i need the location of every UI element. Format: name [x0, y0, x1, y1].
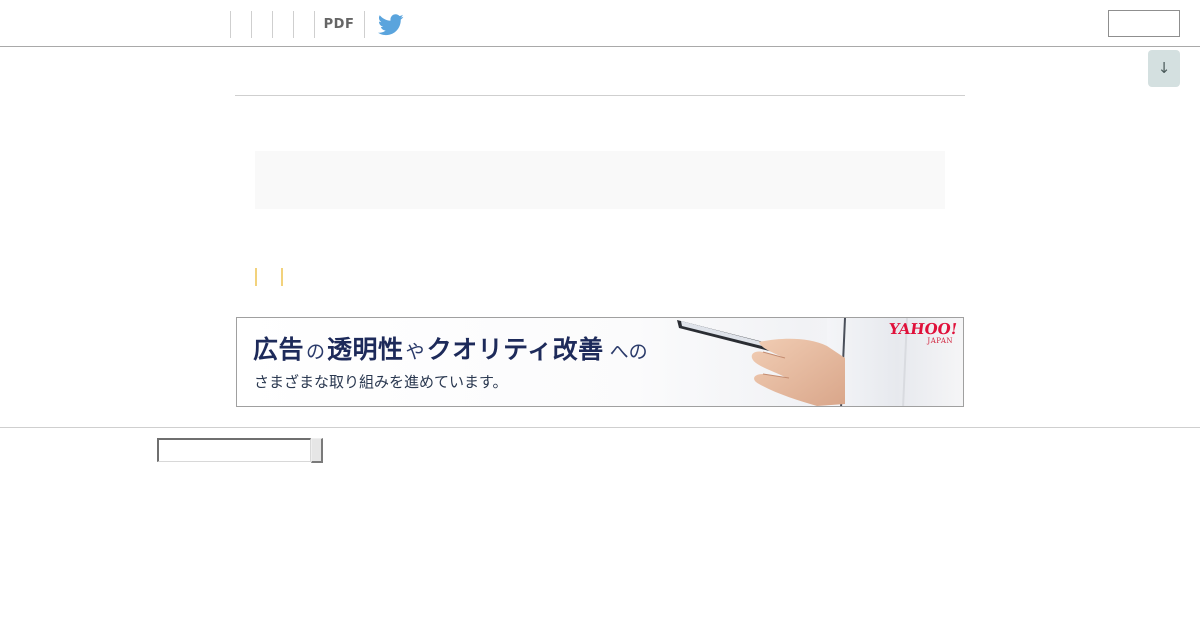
content-divider [235, 95, 965, 96]
ad-subtitle: さまざまな取り組みを進めています。 [254, 373, 508, 391]
yahoo-japan-logo: YAHOO! JAPAN [887, 320, 959, 346]
twitter-bird-icon [378, 14, 404, 36]
twitter-share-button[interactable] [378, 11, 410, 38]
footer-divider [0, 427, 1200, 428]
ad-headline-part: 透明性 [327, 335, 404, 364]
toolbar-divider [293, 11, 294, 38]
toolbar-divider [230, 11, 231, 38]
footer-submit-button[interactable] [311, 438, 323, 463]
ad-headline-part: や [405, 341, 425, 363]
scroll-down-button[interactable]: ↓ [1148, 50, 1180, 87]
accent-tick [281, 268, 283, 286]
search-input[interactable] [1108, 10, 1180, 37]
logo-sub-text: JAPAN [927, 337, 953, 345]
footer-text-input[interactable] [157, 438, 311, 462]
ad-headline-part: 広告 [253, 335, 305, 364]
content-panel [255, 151, 945, 209]
ad-headline-part: クオリティ改善 [426, 335, 604, 364]
pdf-button[interactable]: PDF [315, 11, 363, 38]
ad-headline-part: への [609, 341, 648, 363]
logo-brand-text: YAHOO! [887, 320, 959, 338]
ad-banner[interactable]: 広告 の透明性 やクオリティ改善 への さまざまな取り組みを進めています。 YAHOO… [236, 317, 964, 407]
toolbar-divider [364, 11, 365, 38]
top-toolbar: PDF [0, 0, 1200, 47]
ad-headline: 広告 の透明性 やクオリティ改善 への [253, 330, 650, 366]
toolbar-divider [272, 11, 273, 38]
ad-headline-part: の [306, 341, 326, 363]
accent-tick [255, 268, 257, 286]
toolbar-divider [251, 11, 252, 38]
